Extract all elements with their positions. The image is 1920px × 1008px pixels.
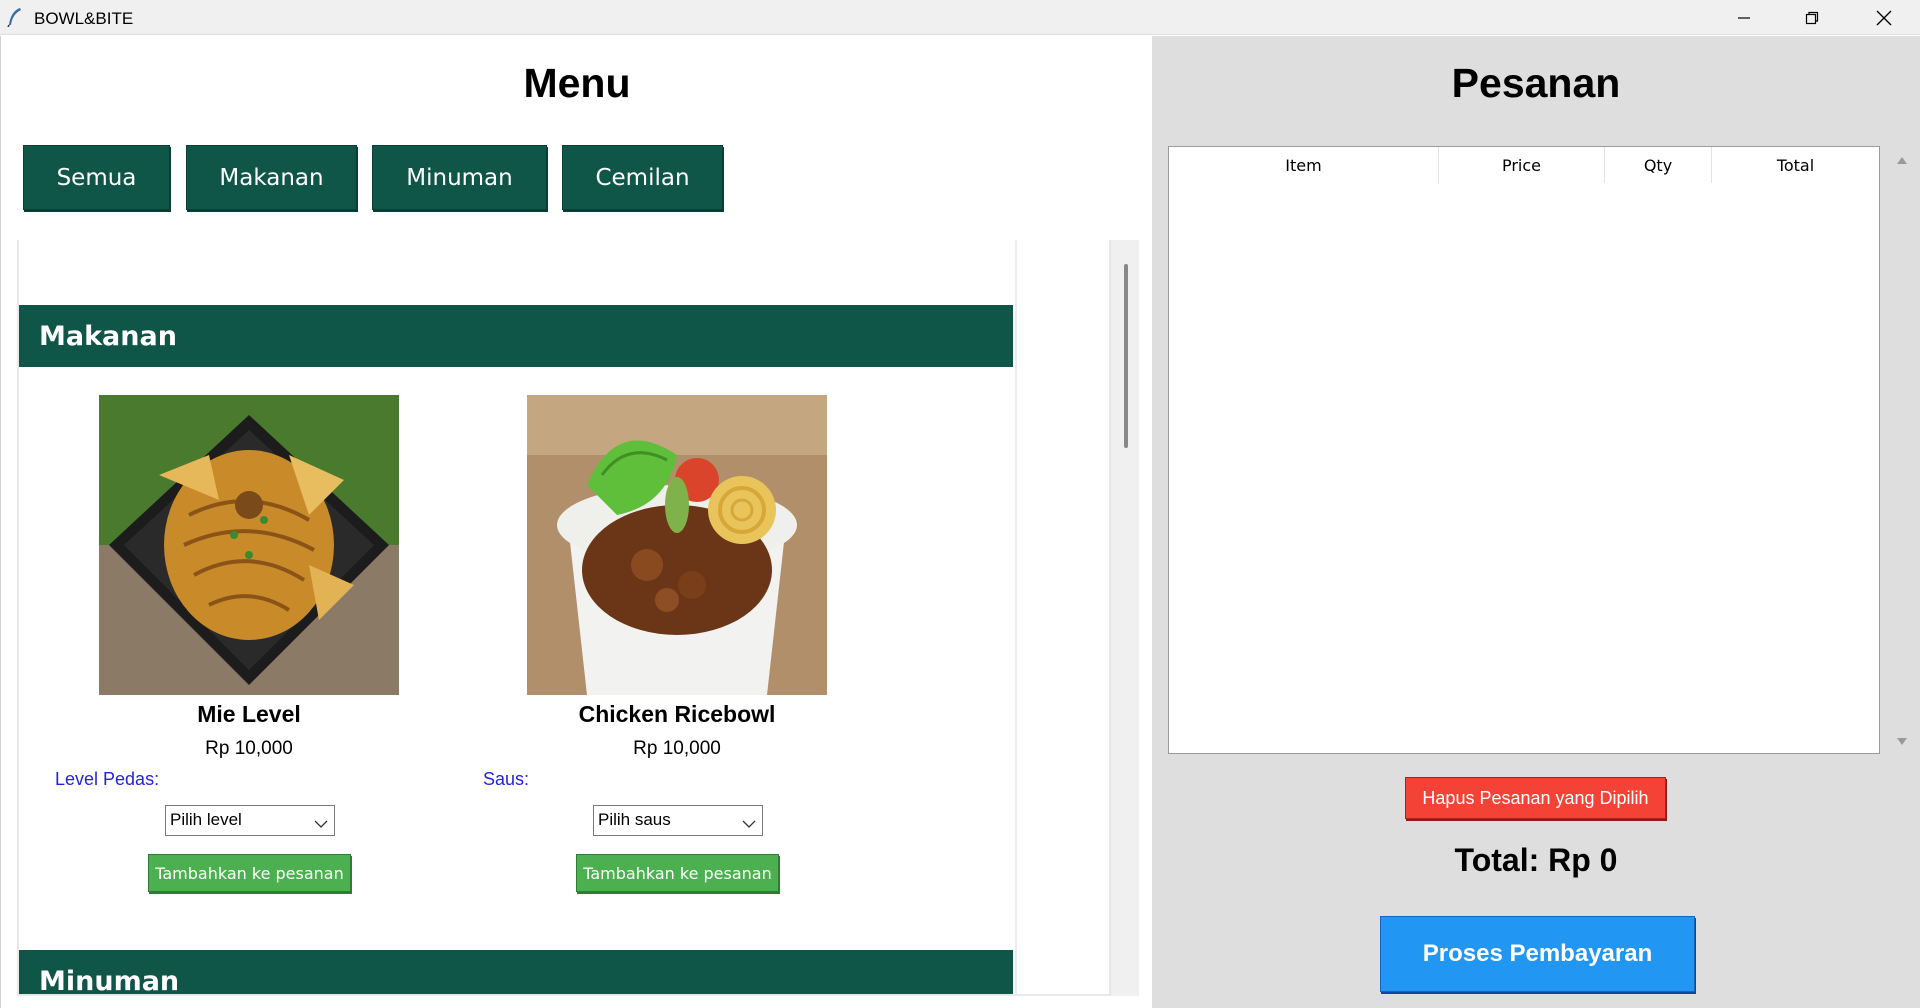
column-header-price[interactable]: Price <box>1439 147 1605 183</box>
chevron-down-icon <box>314 814 328 834</box>
filter-cemilan-button[interactable]: Cemilan <box>562 145 723 210</box>
minimize-icon <box>1737 11 1751 25</box>
add-chicken-ricebowl-button[interactable]: Tambahkan ke pesanan <box>576 854 779 892</box>
close-button[interactable] <box>1850 0 1918 35</box>
menu-scrollbar-thumb[interactable] <box>1124 264 1128 448</box>
mie-level-image <box>99 395 399 695</box>
saus-select[interactable]: Pilih saus <box>593 805 763 836</box>
mie-level-name: Mie Level <box>197 701 301 727</box>
process-payment-button[interactable]: Proses Pembayaran <box>1380 916 1695 992</box>
column-header-qty[interactable]: Qty <box>1605 147 1712 183</box>
order-title: Pesanan <box>1451 60 1621 106</box>
level-pedas-select[interactable]: Pilih level <box>165 805 335 836</box>
menu-panel: Menu Semua Makanan Minuman Cemilan Makan… <box>0 36 1152 1008</box>
order-table-scrollbar[interactable] <box>1888 146 1916 754</box>
restore-button[interactable] <box>1778 0 1846 35</box>
menu-title: Menu <box>523 60 631 106</box>
filter-makanan-button[interactable]: Makanan <box>186 145 357 210</box>
chicken-ricebowl-name: Chicken Ricebowl <box>578 701 776 727</box>
menu-scroll-area[interactable]: Makanan Mie Level Rp 10,000 Level Pedas:… <box>17 240 1111 996</box>
section-header-minuman: Minuman <box>19 950 1013 994</box>
add-mie-level-button[interactable]: Tambahkan ke pesanan <box>148 854 351 892</box>
menu-card-mie-level: Mie Level Rp 10,000 Level Pedas: Pilih l… <box>39 395 459 915</box>
window-title: BOWL&BITE <box>34 9 134 28</box>
mie-level-price: Rp 10,000 <box>205 738 293 759</box>
filter-minuman-button[interactable]: Minuman <box>372 145 547 210</box>
order-total: Total: Rp 0 <box>1454 842 1618 878</box>
order-table[interactable]: Item Price Qty Total <box>1168 146 1880 754</box>
title-bar: BOWL&BITE <box>0 0 1920 35</box>
close-icon <box>1876 10 1892 26</box>
chicken-ricebowl-image <box>527 395 827 695</box>
chevron-down-icon <box>742 814 756 834</box>
order-table-header: Item Price Qty Total <box>1169 147 1879 183</box>
restore-icon <box>1805 11 1819 25</box>
delete-selected-order-button[interactable]: Hapus Pesanan yang Dipilih <box>1405 777 1666 819</box>
minimize-button[interactable] <box>1710 0 1778 35</box>
menu-card-chicken-ricebowl: Chicken Ricebowl Rp 10,000 Saus: Pilih s… <box>467 395 887 915</box>
chicken-ricebowl-option-label: Saus: <box>483 769 530 789</box>
saus-select-value: Pilih saus <box>598 810 671 829</box>
order-panel: Pesanan Item Price Qty Total Hapus Pesan… <box>1152 36 1920 1008</box>
chicken-ricebowl-price: Rp 10,000 <box>633 738 721 759</box>
feather-icon <box>6 7 24 28</box>
mie-level-option-label: Level Pedas: <box>55 769 160 789</box>
scroll-up-icon[interactable] <box>1896 152 1908 170</box>
scroll-down-icon[interactable] <box>1896 734 1908 752</box>
column-header-item[interactable]: Item <box>1169 147 1439 183</box>
content-edge <box>1015 240 1017 994</box>
column-header-total[interactable]: Total <box>1712 147 1879 183</box>
section-header-makanan: Makanan <box>19 305 1013 367</box>
level-pedas-select-value: Pilih level <box>170 810 242 829</box>
filter-semua-button[interactable]: Semua <box>23 145 170 210</box>
